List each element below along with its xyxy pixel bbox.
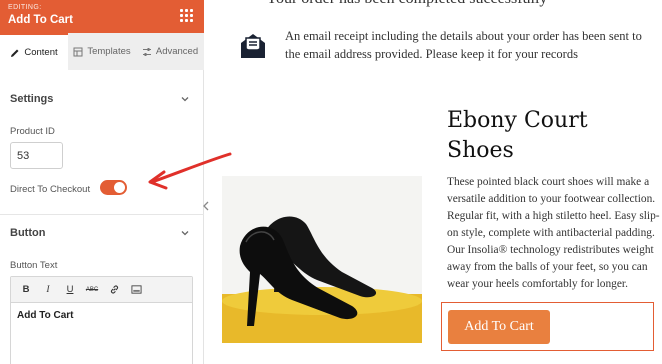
link-icon — [110, 285, 118, 294]
tab-templates-label: Templates — [87, 46, 131, 57]
button-text-editor: B I U ABC Add To Cart — [10, 276, 193, 364]
add-to-cart-button[interactable]: Add To Cart — [448, 310, 550, 344]
receipt-message: An email receipt including the details a… — [285, 29, 642, 61]
button-section-header[interactable]: Button — [10, 224, 190, 242]
image-button[interactable] — [129, 283, 143, 297]
strikethrough-button[interactable]: ABC — [85, 283, 99, 297]
product-id-input[interactable] — [10, 142, 63, 169]
tab-advanced[interactable]: Advanced — [136, 33, 204, 70]
tab-advanced-label: Advanced — [155, 46, 199, 57]
editor-content[interactable]: Add To Cart — [11, 303, 192, 328]
tab-content-label: Content — [24, 47, 58, 58]
chevron-left-icon — [203, 201, 209, 211]
chevron-down-icon — [181, 97, 189, 102]
image-icon — [130, 285, 142, 294]
button-text-label: Button Text — [10, 260, 58, 271]
grid-menu-icon[interactable] — [180, 9, 193, 22]
button-heading: Button — [10, 227, 46, 239]
chevron-down-icon — [181, 231, 189, 236]
settings-section-header[interactable]: Settings — [10, 90, 190, 108]
panel-tabs: Content Templates Advanced — [0, 33, 204, 70]
sliders-icon — [142, 47, 151, 56]
editor-toolbar: B I U ABC — [11, 277, 192, 303]
product-title: Ebony Court Shoes — [447, 108, 588, 163]
order-confirmation-heading: Your order has been completed successful… — [266, 0, 547, 8]
link-button[interactable] — [107, 283, 121, 297]
tab-content[interactable]: Content — [0, 33, 68, 70]
product-id-label: Product ID — [10, 126, 55, 137]
panel-title: Add To Cart — [8, 14, 73, 26]
bold-button[interactable]: B — [19, 283, 33, 297]
product-description: These pointed black court shoes will mak… — [447, 176, 660, 290]
templates-icon — [73, 47, 83, 56]
underline-button[interactable]: U — [63, 283, 77, 297]
product-image — [222, 176, 422, 343]
panel-header: EDITING: Add To Cart — [0, 0, 204, 33]
email-receipt-icon — [241, 34, 265, 58]
direct-checkout-toggle[interactable] — [100, 180, 127, 195]
tab-templates[interactable]: Templates — [68, 33, 136, 70]
editing-label: EDITING: — [8, 4, 42, 11]
italic-button[interactable]: I — [41, 283, 55, 297]
editor-panel: EDITING: Add To Cart Content Templates A… — [0, 0, 204, 364]
direct-checkout-label: Direct To Checkout — [10, 184, 91, 195]
section-divider — [0, 214, 204, 215]
pencil-icon — [11, 49, 19, 57]
collapse-panel-handle[interactable] — [200, 199, 212, 213]
settings-heading: Settings — [10, 93, 54, 105]
